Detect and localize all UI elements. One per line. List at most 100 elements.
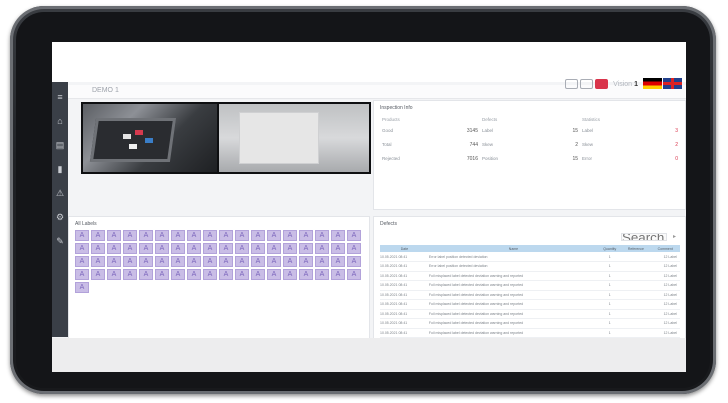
column-header[interactable]: Reference — [621, 245, 651, 252]
home-icon[interactable]: ⌂ — [55, 116, 65, 126]
label-thumbnail[interactable]: A — [155, 230, 169, 241]
label-thumbnail[interactable]: A — [251, 269, 265, 280]
label-thumbnail[interactable]: A — [75, 282, 89, 293]
label-thumbnail[interactable]: A — [219, 256, 233, 267]
label-thumbnail[interactable]: A — [299, 230, 313, 241]
label-thumbnail[interactable]: A — [91, 243, 105, 254]
label-thumbnail[interactable]: A — [219, 243, 233, 254]
column-header[interactable]: Name — [428, 245, 599, 252]
label-thumbnail[interactable]: A — [203, 243, 217, 254]
label-thumbnail[interactable]: A — [347, 243, 361, 254]
label-thumbnail[interactable]: A — [251, 243, 265, 254]
label-thumbnail[interactable]: A — [235, 269, 249, 280]
chart-icon[interactable]: ▮ — [55, 164, 65, 174]
label-thumbnail[interactable]: A — [203, 269, 217, 280]
label-thumbnail[interactable]: A — [139, 243, 153, 254]
label-thumbnail[interactable]: A — [107, 256, 121, 267]
label-thumbnail[interactable]: A — [347, 269, 361, 280]
table-row[interactable]: 10.05.2021 08:41 Error label position det… — [380, 252, 680, 262]
column-header[interactable]: Date — [380, 245, 429, 252]
label-thumbnail[interactable]: A — [299, 243, 313, 254]
label-thumbnail[interactable]: A — [123, 243, 137, 254]
table-row[interactable]: 10.05.2021 08:41Foil misplaced label det… — [380, 271, 680, 281]
label-thumbnail[interactable]: A — [331, 256, 345, 267]
label-thumbnail[interactable]: A — [267, 256, 281, 267]
table-row[interactable]: 10.05.2021 08:41Foil misplaced label det… — [380, 290, 680, 300]
warning-icon[interactable]: ⚠ — [55, 188, 65, 198]
column-header[interactable]: Quantity — [598, 245, 622, 252]
table-row[interactable]: 10.05.2021 08:41Foil misplaced label det… — [380, 328, 680, 338]
label-thumbnail[interactable]: A — [139, 269, 153, 280]
camera-feed-right[interactable] — [219, 104, 369, 172]
label-thumbnail[interactable]: A — [347, 230, 361, 241]
settings-icon[interactable]: ⚙ — [55, 212, 65, 222]
label-thumbnail[interactable]: A — [267, 243, 281, 254]
language-english-flag[interactable] — [663, 78, 682, 89]
label-thumbnail[interactable]: A — [267, 269, 281, 280]
label-thumbnail[interactable]: A — [331, 243, 345, 254]
label-thumbnail[interactable]: A — [107, 243, 121, 254]
label-thumbnail[interactable]: A — [219, 269, 233, 280]
label-thumbnail[interactable]: A — [171, 256, 185, 267]
label-thumbnail[interactable]: A — [315, 230, 329, 241]
label-thumbnail[interactable]: A — [187, 269, 201, 280]
label-thumbnail[interactable]: A — [251, 256, 265, 267]
list-icon[interactable]: ▤ — [55, 140, 65, 150]
language-german-flag[interactable] — [643, 78, 662, 89]
label-thumbnail[interactable]: A — [315, 269, 329, 280]
label-thumbnail[interactable]: A — [139, 230, 153, 241]
label-thumbnail[interactable]: A — [91, 269, 105, 280]
tools-icon[interactable]: ✎ — [55, 236, 65, 246]
label-thumbnail[interactable]: A — [155, 269, 169, 280]
label-thumbnail[interactable]: A — [107, 269, 121, 280]
label-thumbnail[interactable]: A — [171, 243, 185, 254]
label-thumbnail[interactable]: A — [75, 269, 89, 280]
label-thumbnail[interactable]: A — [171, 230, 185, 241]
label-thumbnail[interactable]: A — [187, 243, 201, 254]
label-thumbnail[interactable]: A — [187, 230, 201, 241]
label-thumbnail[interactable]: A — [267, 230, 281, 241]
label-thumbnail[interactable]: A — [315, 256, 329, 267]
search-input[interactable] — [621, 233, 667, 241]
label-thumbnail[interactable]: A — [299, 256, 313, 267]
column-header[interactable]: Comment — [650, 245, 680, 252]
label-thumbnail[interactable]: A — [139, 256, 153, 267]
label-thumbnail[interactable]: A — [75, 230, 89, 241]
menu-icon[interactable]: ≡ — [55, 92, 65, 102]
label-thumbnail[interactable]: A — [331, 269, 345, 280]
label-thumbnail[interactable]: A — [75, 256, 89, 267]
label-thumbnail[interactable]: A — [123, 256, 137, 267]
label-thumbnail[interactable]: A — [91, 230, 105, 241]
camera-feed-left[interactable] — [83, 104, 217, 172]
label-thumbnail[interactable]: A — [75, 243, 89, 254]
table-row[interactable]: 10.05.2021 08:41Foil misplaced label det… — [380, 280, 680, 291]
table-row[interactable]: 10.05.2021 08:41Foil misplaced label det… — [380, 309, 680, 319]
label-thumbnail[interactable]: A — [235, 230, 249, 241]
label-thumbnail[interactable]: A — [219, 230, 233, 241]
table-row[interactable]: 10.05.2021 08:41Foil misplaced label det… — [380, 299, 680, 310]
label-thumbnail[interactable]: A — [187, 256, 201, 267]
label-thumbnail[interactable]: A — [235, 243, 249, 254]
clear-icon[interactable]: ▸ — [673, 233, 681, 241]
label-thumbnail[interactable]: A — [235, 256, 249, 267]
label-thumbnail[interactable]: A — [315, 243, 329, 254]
table-row[interactable]: 10.05.2021 08:41 Error label position det… — [380, 261, 680, 272]
label-thumbnail[interactable]: A — [251, 230, 265, 241]
label-thumbnail[interactable]: A — [91, 256, 105, 267]
label-thumbnail[interactable]: A — [347, 256, 361, 267]
label-thumbnail[interactable]: A — [283, 243, 297, 254]
label-thumbnail[interactable]: A — [203, 256, 217, 267]
label-thumbnail[interactable]: A — [107, 230, 121, 241]
table-row[interactable]: 10.05.2021 08:41Foil misplaced label det… — [380, 318, 680, 329]
label-thumbnail[interactable]: A — [283, 269, 297, 280]
label-thumbnail[interactable]: A — [155, 256, 169, 267]
label-thumbnail[interactable]: A — [171, 269, 185, 280]
label-thumbnail[interactable]: A — [155, 243, 169, 254]
label-thumbnail[interactable]: A — [283, 230, 297, 241]
label-thumbnail[interactable]: A — [203, 230, 217, 241]
label-thumbnail[interactable]: A — [283, 256, 297, 267]
label-thumbnail[interactable]: A — [299, 269, 313, 280]
label-thumbnail[interactable]: A — [123, 230, 137, 241]
label-thumbnail[interactable]: A — [123, 269, 137, 280]
label-thumbnail[interactable]: A — [331, 230, 345, 241]
